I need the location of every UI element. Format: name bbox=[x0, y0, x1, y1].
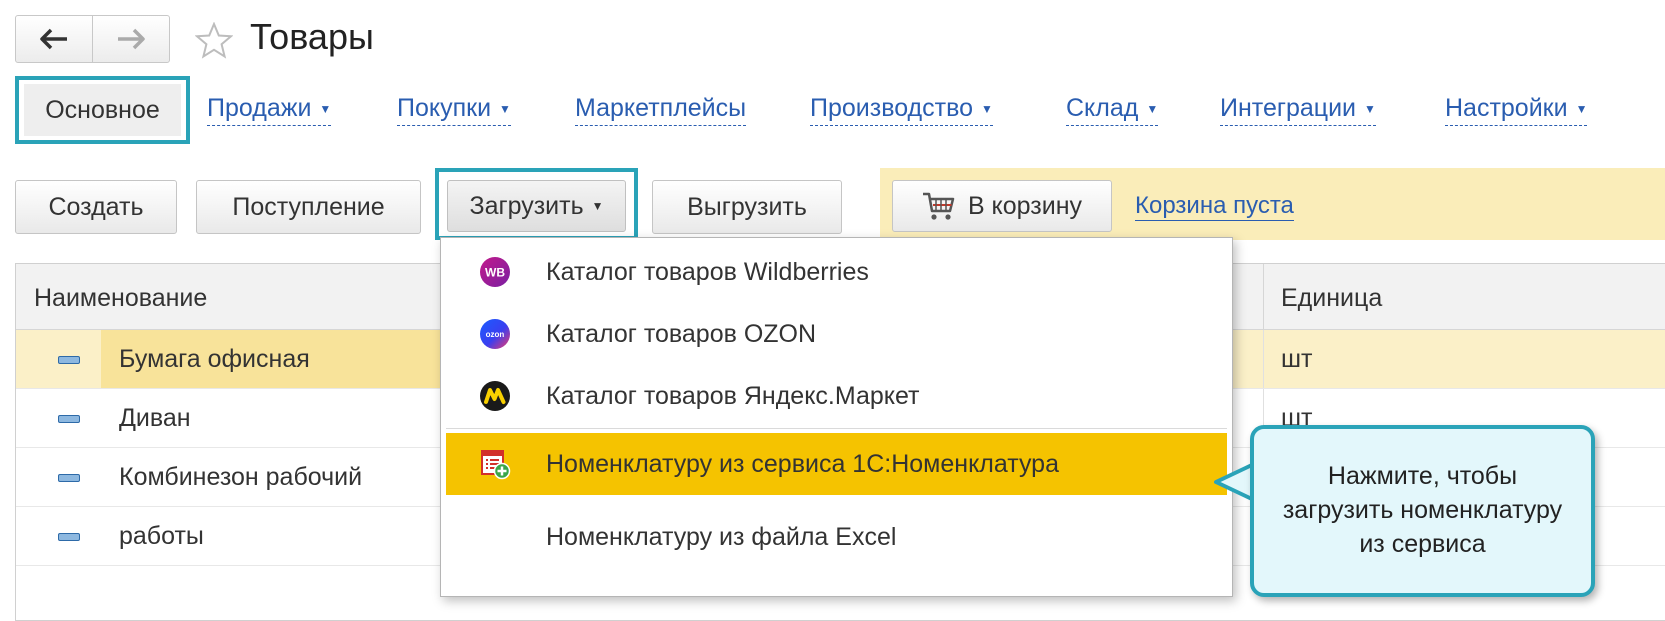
yandex-market-icon bbox=[480, 381, 510, 411]
caret-down-icon: ▼ bbox=[981, 102, 993, 117]
cell-name: Бумага офисная bbox=[101, 330, 446, 388]
tab-integrations[interactable]: Интеграции ▼ bbox=[1220, 94, 1376, 126]
page-title: Товары bbox=[250, 16, 374, 57]
column-divider bbox=[1263, 330, 1264, 388]
tab-settings[interactable]: Настройки ▼ bbox=[1445, 94, 1588, 126]
ozon-icon: ozon bbox=[480, 319, 510, 349]
menu-item-wildberries[interactable]: WB Каталог товаров Wildberries bbox=[441, 241, 1232, 303]
column-divider bbox=[1263, 264, 1264, 329]
to-cart-button[interactable]: В корзину bbox=[892, 180, 1112, 232]
back-button[interactable] bbox=[16, 16, 92, 62]
arrow-right-icon bbox=[118, 28, 145, 50]
cart-panel: В корзину Корзина пуста bbox=[880, 168, 1665, 240]
column-header-name[interactable]: Наименование bbox=[34, 284, 207, 313]
item-icon bbox=[58, 474, 80, 482]
tab-sales[interactable]: Продажи ▼ bbox=[207, 94, 332, 126]
load-button-label: Загрузить bbox=[469, 191, 584, 220]
tab-marketplaces[interactable]: Маркетплейсы bbox=[575, 94, 747, 126]
load-dropdown-menu: WB Каталог товаров Wildberries ozon Ката… bbox=[440, 237, 1233, 597]
caret-down-icon: ▼ bbox=[591, 199, 604, 213]
svg-text:WB: WB bbox=[485, 266, 505, 280]
load-button[interactable]: Загрузить ▼ bbox=[447, 180, 626, 232]
hint-callout-text: Нажмите, чтобы загрузить номенклатуру из… bbox=[1282, 462, 1563, 558]
star-icon[interactable] bbox=[195, 22, 233, 60]
arrow-left-icon bbox=[40, 28, 67, 50]
receipt-button[interactable]: Поступление bbox=[196, 180, 421, 234]
tab-main[interactable]: Основное bbox=[15, 76, 190, 144]
menu-item-label: Номенклатуру из сервиса 1С:Номенклатура bbox=[546, 449, 1059, 478]
tab-warehouse[interactable]: Склад ▼ bbox=[1066, 94, 1159, 126]
menu-item-label: Каталог товаров Wildberries bbox=[546, 257, 869, 286]
menu-item-label: Каталог товаров Яндекс.Маркет bbox=[546, 381, 920, 410]
tab-purchases-label: Покупки bbox=[397, 94, 492, 122]
menu-item-excel[interactable]: Номенклатуру из файла Excel bbox=[441, 506, 1232, 568]
caret-down-icon: ▼ bbox=[319, 102, 332, 117]
tab-settings-label: Настройки bbox=[1445, 94, 1568, 122]
tab-purchases[interactable]: Покупки ▼ bbox=[397, 94, 511, 126]
cart-icon bbox=[922, 192, 955, 220]
caret-down-icon: ▼ bbox=[1146, 102, 1159, 117]
tab-warehouse-label: Склад bbox=[1066, 94, 1139, 122]
item-icon bbox=[58, 415, 80, 423]
tab-main-label: Основное bbox=[24, 84, 181, 136]
cell-unit: шт bbox=[1281, 345, 1313, 373]
cart-status-link[interactable]: Корзина пуста bbox=[1135, 192, 1294, 221]
menu-item-yandex-market[interactable]: Каталог товаров Яндекс.Маркет bbox=[441, 365, 1232, 427]
caret-down-icon: ▼ bbox=[1364, 102, 1376, 117]
tab-sales-label: Продажи bbox=[207, 94, 312, 122]
tab-production[interactable]: Производство ▼ bbox=[810, 94, 993, 126]
to-cart-label: В корзину bbox=[967, 191, 1083, 220]
menu-item-label: Номенклатуру из файла Excel bbox=[546, 522, 897, 551]
caret-down-icon: ▼ bbox=[499, 102, 511, 117]
caret-down-icon: ▼ bbox=[1575, 102, 1588, 117]
menu-separator bbox=[446, 428, 1227, 429]
tab-integrations-label: Интеграции bbox=[1220, 94, 1357, 122]
unload-button[interactable]: Выгрузить bbox=[652, 180, 842, 234]
svg-text:ozon: ozon bbox=[486, 330, 505, 339]
nomenclature-add-icon bbox=[481, 450, 511, 480]
wildberries-icon: WB bbox=[480, 257, 510, 287]
cell-name: Комбинезон рабочий bbox=[119, 462, 363, 491]
history-nav bbox=[15, 15, 170, 63]
column-header-unit[interactable]: Единица bbox=[1281, 284, 1382, 313]
create-button[interactable]: Создать bbox=[15, 180, 177, 234]
cell-name: работы bbox=[119, 521, 204, 550]
menu-item-label: Каталог товаров OZON bbox=[546, 319, 817, 348]
load-button-highlight: Загрузить ▼ bbox=[435, 168, 638, 240]
cell-name: Диван bbox=[119, 403, 191, 432]
item-icon bbox=[58, 356, 80, 364]
tab-marketplaces-label: Маркетплейсы bbox=[575, 94, 747, 122]
tab-production-label: Производство bbox=[810, 94, 974, 122]
item-icon bbox=[58, 533, 80, 541]
hint-callout: Нажмите, чтобы загрузить номенклатуру из… bbox=[1250, 425, 1595, 597]
forward-button[interactable] bbox=[92, 16, 169, 62]
menu-item-1c-nomenclature[interactable]: Номенклатуру из сервиса 1С:Номенклатура bbox=[446, 433, 1227, 495]
menu-item-ozon[interactable]: ozon Каталог товаров OZON bbox=[441, 303, 1232, 365]
